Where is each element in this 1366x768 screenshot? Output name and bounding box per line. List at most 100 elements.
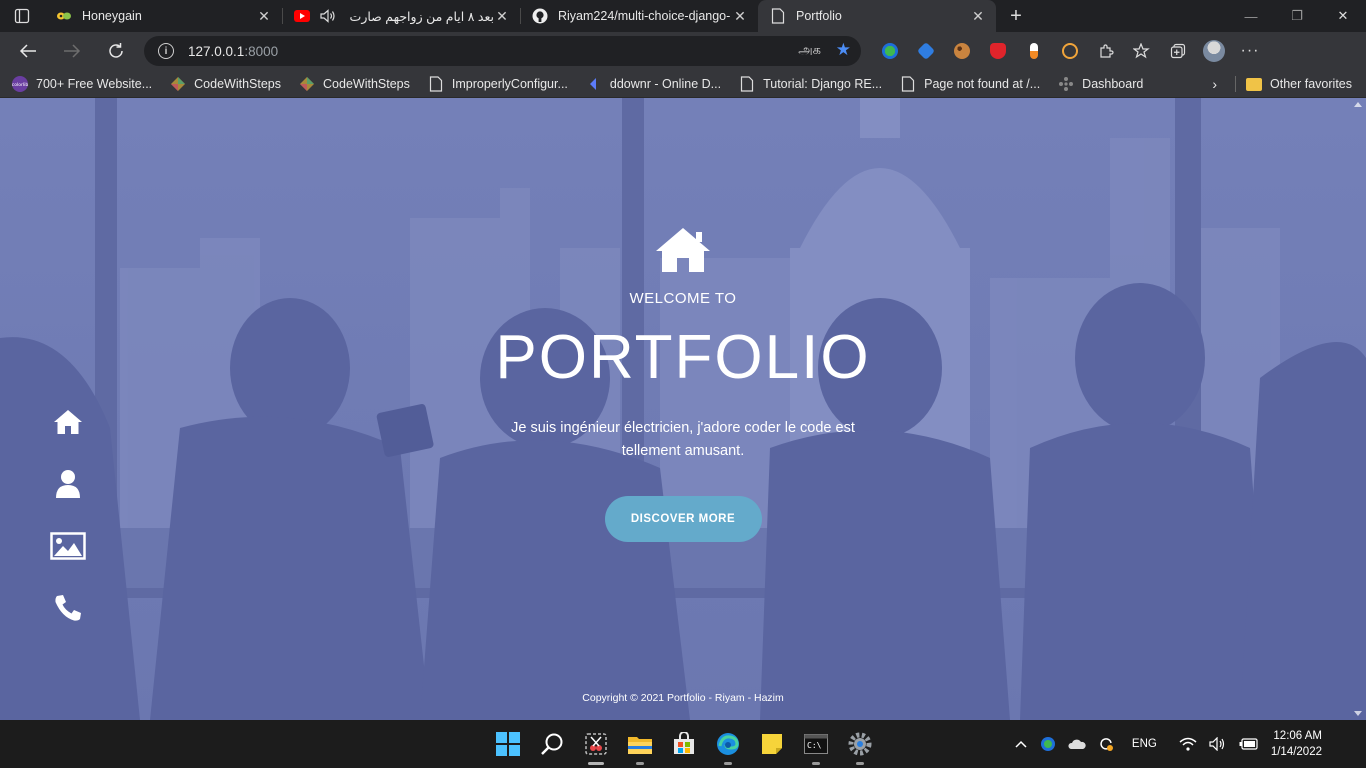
profile-avatar[interactable]	[1196, 32, 1232, 70]
chevron-right-icon[interactable]: ›	[1212, 76, 1217, 92]
snipping-tool-icon[interactable]	[574, 720, 618, 768]
extension-arrow-icon[interactable]	[908, 32, 944, 70]
divider	[1235, 76, 1237, 92]
extension-capsule-icon[interactable]	[1016, 32, 1052, 70]
terminal-icon[interactable]: C:\	[794, 720, 838, 768]
page-title: PORTFOLIO	[495, 323, 871, 392]
favorites-icon[interactable]	[1124, 32, 1160, 70]
extension-globe-icon[interactable]	[872, 32, 908, 70]
translate-icon[interactable]: அக	[798, 42, 821, 59]
forward-button[interactable]	[50, 32, 94, 70]
extension-adblock-icon[interactable]	[980, 32, 1016, 70]
sync-icon[interactable]	[1098, 736, 1114, 752]
tab-actions-icon[interactable]	[0, 0, 44, 32]
address-bar[interactable]: i 127.0.0.1:8000 அக ★	[144, 36, 861, 66]
running-indicator	[812, 762, 820, 765]
bookmark-item[interactable]: Tutorial: Django RE...	[739, 75, 883, 92]
svg-text:colorlib: colorlib	[12, 82, 28, 88]
extension-spinner-icon[interactable]	[1052, 32, 1088, 70]
bookmark-item[interactable]: CodeWithSteps	[299, 76, 410, 92]
tab-youtube[interactable]: بعد ٨ ايام من زواجهم صارت ✕	[282, 0, 520, 32]
welcome-text: WELCOME TO	[629, 290, 737, 307]
new-tab-button[interactable]: +	[996, 0, 1036, 32]
running-indicator	[588, 762, 604, 765]
windows-start-icon[interactable]	[486, 720, 530, 768]
svg-text:C:\: C:\	[807, 741, 822, 750]
bookmark-label: ddownr - Online D...	[609, 76, 722, 91]
nav-image-icon[interactable]	[50, 528, 86, 564]
more-menu-icon[interactable]: ···	[1232, 32, 1268, 70]
sticky-notes-icon[interactable]	[750, 720, 794, 768]
page-icon	[739, 75, 755, 92]
onedrive-icon[interactable]	[1068, 738, 1086, 750]
extensions-row: ···	[872, 32, 1268, 70]
youtube-icon	[294, 8, 310, 24]
other-favorites-label[interactable]: Other favorites	[1270, 77, 1352, 91]
bookmark-item[interactable]: Dashboard	[1058, 76, 1143, 92]
microsoft-store-icon[interactable]	[662, 720, 706, 768]
url-text: 127.0.0.1:8000	[188, 44, 278, 59]
tab-title: Riyam224/multi-choice-django-	[558, 9, 731, 23]
clock-date: 1/14/2022	[1270, 746, 1322, 758]
codewithsteps-icon	[170, 76, 186, 92]
honeygain-icon	[56, 8, 72, 24]
page-icon	[900, 75, 916, 92]
close-tab-icon[interactable]: ✕	[970, 8, 986, 25]
bookmark-item[interactable]: ImproperlyConfigur...	[428, 75, 568, 92]
speaker-icon[interactable]	[320, 8, 336, 24]
language-indicator[interactable]: ENG	[1132, 738, 1157, 750]
codewithsteps-icon	[299, 76, 315, 92]
file-explorer-icon[interactable]	[618, 720, 662, 768]
url-port: :8000	[244, 43, 279, 59]
scrollbar[interactable]	[1350, 98, 1366, 720]
bookmark-item[interactable]: ddownr - Online D...	[586, 76, 721, 92]
minimize-icon[interactable]: —	[1228, 0, 1274, 32]
bookmark-item[interactable]: CodeWithSteps	[170, 76, 281, 92]
tray-globe-icon[interactable]	[1040, 736, 1056, 752]
site-info-icon[interactable]: i	[158, 43, 174, 59]
edge-icon[interactable]	[706, 720, 750, 768]
bookmark-label: CodeWithSteps	[323, 76, 410, 91]
tab-title: بعد ٨ ايام من زواجهم صارت	[349, 9, 494, 24]
discover-more-button[interactable]: DISCOVER MORE	[604, 496, 762, 542]
back-button[interactable]	[6, 32, 50, 70]
url-host: 127.0.0.1	[188, 43, 245, 59]
restore-icon[interactable]: ❐	[1274, 0, 1320, 32]
nav-phone-icon[interactable]	[50, 590, 86, 626]
running-indicator	[724, 762, 732, 765]
tab-honeygain[interactable]: Honeygain ✕	[44, 0, 282, 32]
chevron-up-icon[interactable]	[1014, 739, 1028, 749]
extensions-puzzle-icon[interactable]	[1088, 32, 1124, 70]
clock[interactable]: 12:06 AM 1/14/2022	[1271, 728, 1322, 760]
settings-icon[interactable]	[838, 720, 882, 768]
window-controls: — ❐ ✕	[1228, 0, 1366, 32]
volume-icon[interactable]	[1209, 737, 1227, 751]
bookmark-item[interactable]: colorlib 700+ Free Website...	[12, 75, 152, 92]
extension-cookie-icon[interactable]	[944, 32, 980, 70]
nav-home-icon[interactable]	[50, 404, 86, 440]
windows-taskbar: C:\ ENG 12:06 AM 1/14/2022	[0, 720, 1366, 768]
close-window-icon[interactable]: ✕	[1320, 0, 1366, 32]
close-tab-icon[interactable]: ✕	[256, 8, 272, 25]
bookmarks-bar: colorlib 700+ Free Website... CodeWithSt…	[0, 70, 1366, 98]
nav-user-icon[interactable]	[50, 466, 86, 502]
copyright-text: Copyright © 2021 Portfolio - Riyam - Haz…	[582, 692, 784, 704]
close-tab-icon[interactable]: ✕	[494, 8, 510, 25]
bookmark-label: ImproperlyConfigur...	[451, 76, 568, 91]
battery-icon[interactable]	[1239, 738, 1259, 750]
hero-description: Je suis ingénieur électricien, j'adore c…	[511, 420, 855, 459]
bookmark-label: Tutorial: Django RE...	[763, 76, 883, 91]
colorlib-icon: colorlib	[12, 75, 28, 92]
search-icon[interactable]	[530, 720, 574, 768]
tab-title: Honeygain	[82, 9, 142, 23]
bookmark-item[interactable]: Page not found at /...	[900, 75, 1041, 92]
favorite-star-icon[interactable]: ★	[836, 40, 851, 60]
collections-icon[interactable]	[1160, 32, 1196, 70]
close-tab-icon[interactable]: ✕	[732, 8, 748, 25]
refresh-button[interactable]	[94, 32, 138, 70]
wifi-icon[interactable]	[1179, 737, 1197, 751]
tab-portfolio[interactable]: Portfolio ✕	[758, 0, 996, 32]
bookmark-label: Page not found at /...	[924, 76, 1041, 91]
home-icon	[656, 228, 710, 272]
tab-github[interactable]: Riyam224/multi-choice-django- ✕	[520, 0, 758, 32]
